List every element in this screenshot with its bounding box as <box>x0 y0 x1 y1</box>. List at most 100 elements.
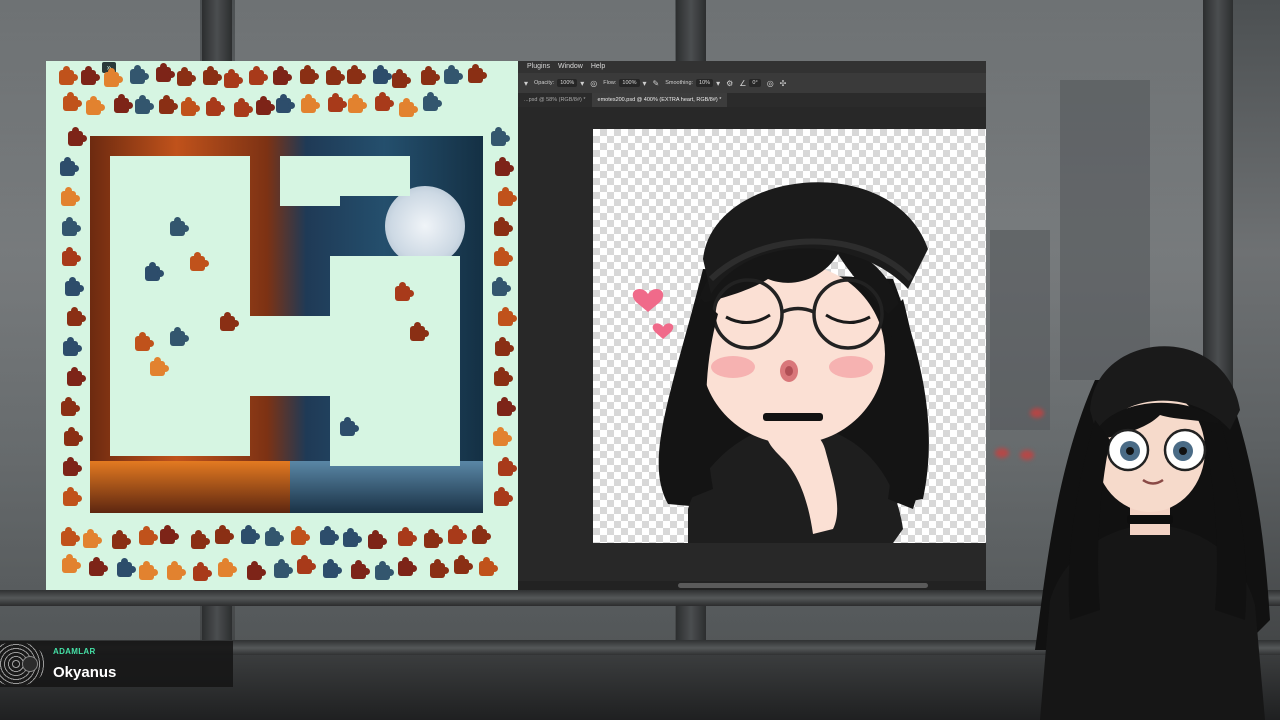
puzzle-piece[interactable] <box>62 487 82 506</box>
puzzle-piece[interactable] <box>66 307 86 326</box>
puzzle-piece[interactable] <box>494 157 514 176</box>
puzzle-piece[interactable] <box>233 98 253 118</box>
opacity-input[interactable]: 100% <box>557 79 578 87</box>
puzzle-piece[interactable] <box>166 561 186 581</box>
puzzle-piece[interactable] <box>104 68 124 88</box>
angle-input[interactable]: 0° <box>749 79 761 87</box>
puzzle-piece[interactable] <box>203 65 223 85</box>
puzzle-piece[interactable] <box>63 457 83 476</box>
puzzle-piece[interactable] <box>214 525 234 545</box>
gear-icon[interactable]: ⚙ <box>726 79 733 88</box>
puzzle-piece[interactable] <box>145 262 164 281</box>
empty-puzzle-area[interactable] <box>330 156 410 196</box>
puzzle-piece[interactable] <box>290 525 310 545</box>
puzzle-piece[interactable] <box>64 277 84 296</box>
puzzle-piece[interactable] <box>248 65 268 85</box>
puzzle-piece[interactable] <box>190 530 210 550</box>
puzzle-piece[interactable] <box>448 525 468 545</box>
menu-item-plugins[interactable]: Plugins <box>527 61 550 73</box>
puzzle-piece[interactable] <box>61 187 81 206</box>
puzzle-piece[interactable] <box>296 554 316 574</box>
puzzle-piece[interactable] <box>111 530 131 550</box>
puzzle-piece[interactable] <box>265 526 285 546</box>
puzzle-piece[interactable] <box>421 65 441 85</box>
puzzle-piece[interactable] <box>86 96 106 116</box>
puzzle-piece[interactable] <box>273 65 293 85</box>
photoshop-window[interactable]: Plugins Window Help ▾ Opacity: 100% ▾ ◎ … <box>518 61 986 590</box>
puzzle-piece[interactable] <box>224 68 244 88</box>
puzzle-piece[interactable] <box>348 93 368 113</box>
puzzle-piece[interactable] <box>138 526 158 545</box>
puzzle-piece[interactable] <box>422 92 442 111</box>
puzzle-piece[interactable] <box>170 327 189 346</box>
puzzle-piece[interactable] <box>319 525 339 545</box>
puzzle-piece[interactable] <box>61 217 81 236</box>
puzzle-piece[interactable] <box>300 64 320 84</box>
brush-preset-icon[interactable]: ▾ <box>524 79 528 88</box>
puzzle-piece[interactable] <box>160 525 180 545</box>
puzzle-piece[interactable] <box>62 247 82 266</box>
airbrush-icon[interactable]: ✎ <box>653 79 660 88</box>
puzzle-piece[interactable] <box>496 397 516 416</box>
puzzle-piece[interactable] <box>374 91 394 111</box>
smoothing-input[interactable]: 10% <box>696 79 714 87</box>
puzzle-piece[interactable] <box>117 558 137 578</box>
puzzle-piece[interactable] <box>325 65 345 85</box>
puzzle-piece[interactable] <box>273 559 293 579</box>
puzzle-piece[interactable] <box>495 337 515 356</box>
puzzle-piece[interactable] <box>472 525 492 545</box>
puzzle-piece[interactable] <box>395 282 414 301</box>
tab-emotes200[interactable]: emotes200.psd @ 400% (EXTRA heart, RGB/8… <box>591 93 728 107</box>
pressure-size-icon[interactable]: ◎ <box>767 79 774 88</box>
puzzle-piece[interactable] <box>398 97 418 117</box>
puzzle-piece[interactable] <box>170 217 189 236</box>
puzzle-piece[interactable] <box>342 527 362 547</box>
puzzle-piece[interactable] <box>494 247 514 266</box>
puzzle-piece[interactable] <box>429 559 449 579</box>
puzzle-piece[interactable] <box>492 427 512 446</box>
smoothing-control[interactable]: Smoothing: 10% ▾ <box>665 79 720 88</box>
puzzle-piece[interactable] <box>58 66 78 86</box>
puzzle-piece[interactable] <box>498 457 518 476</box>
chevron-down-icon[interactable]: ▾ <box>716 79 720 88</box>
empty-puzzle-area[interactable] <box>110 156 250 456</box>
symmetry-icon[interactable]: ✣ <box>780 79 787 88</box>
puzzle-piece[interactable] <box>62 337 82 356</box>
puzzle-piece[interactable] <box>398 527 418 547</box>
document-canvas[interactable] <box>593 129 986 543</box>
puzzle-piece[interactable] <box>88 557 108 577</box>
puzzle-piece[interactable] <box>494 217 514 236</box>
puzzle-piece[interactable] <box>350 560 370 580</box>
puzzle-piece[interactable] <box>392 68 412 88</box>
puzzle-piece[interactable] <box>67 127 87 146</box>
puzzle-piece[interactable] <box>276 93 296 113</box>
puzzle-piece[interactable] <box>177 67 197 87</box>
puzzle-piece[interactable] <box>398 556 418 576</box>
puzzle-piece[interactable] <box>240 525 260 545</box>
horizontal-scrollbar[interactable] <box>518 581 986 590</box>
puzzle-piece[interactable] <box>135 332 154 351</box>
flow-input[interactable]: 100% <box>619 79 640 87</box>
jigsaw-puzzle-window[interactable]: » <box>46 61 518 590</box>
flow-control[interactable]: Flow: 100% ▾ <box>603 79 646 88</box>
puzzle-piece[interactable] <box>256 96 276 116</box>
empty-puzzle-area[interactable] <box>250 316 330 396</box>
puzzle-piece[interactable] <box>205 97 225 117</box>
tab-document-1[interactable]: ...psd @ 58% (RGB/8#) * <box>518 93 592 107</box>
puzzle-piece[interactable] <box>150 357 169 376</box>
pressure-opacity-icon[interactable]: ◎ <box>590 79 597 88</box>
puzzle-piece[interactable] <box>60 157 80 176</box>
puzzle-piece[interactable] <box>218 557 238 577</box>
menu-item-window[interactable]: Window <box>558 61 583 73</box>
puzzle-piece[interactable] <box>158 94 178 114</box>
puzzle-piece[interactable] <box>67 367 87 386</box>
puzzle-piece[interactable] <box>374 561 394 581</box>
puzzle-piece[interactable] <box>498 187 518 206</box>
puzzle-piece[interactable] <box>328 93 348 113</box>
puzzle-piece[interactable] <box>81 65 101 85</box>
puzzle-piece[interactable] <box>479 556 499 576</box>
chevron-down-icon[interactable]: ▾ <box>643 79 647 88</box>
puzzle-piece[interactable] <box>410 322 429 341</box>
puzzle-piece[interactable] <box>113 93 133 113</box>
puzzle-piece[interactable] <box>454 555 474 575</box>
